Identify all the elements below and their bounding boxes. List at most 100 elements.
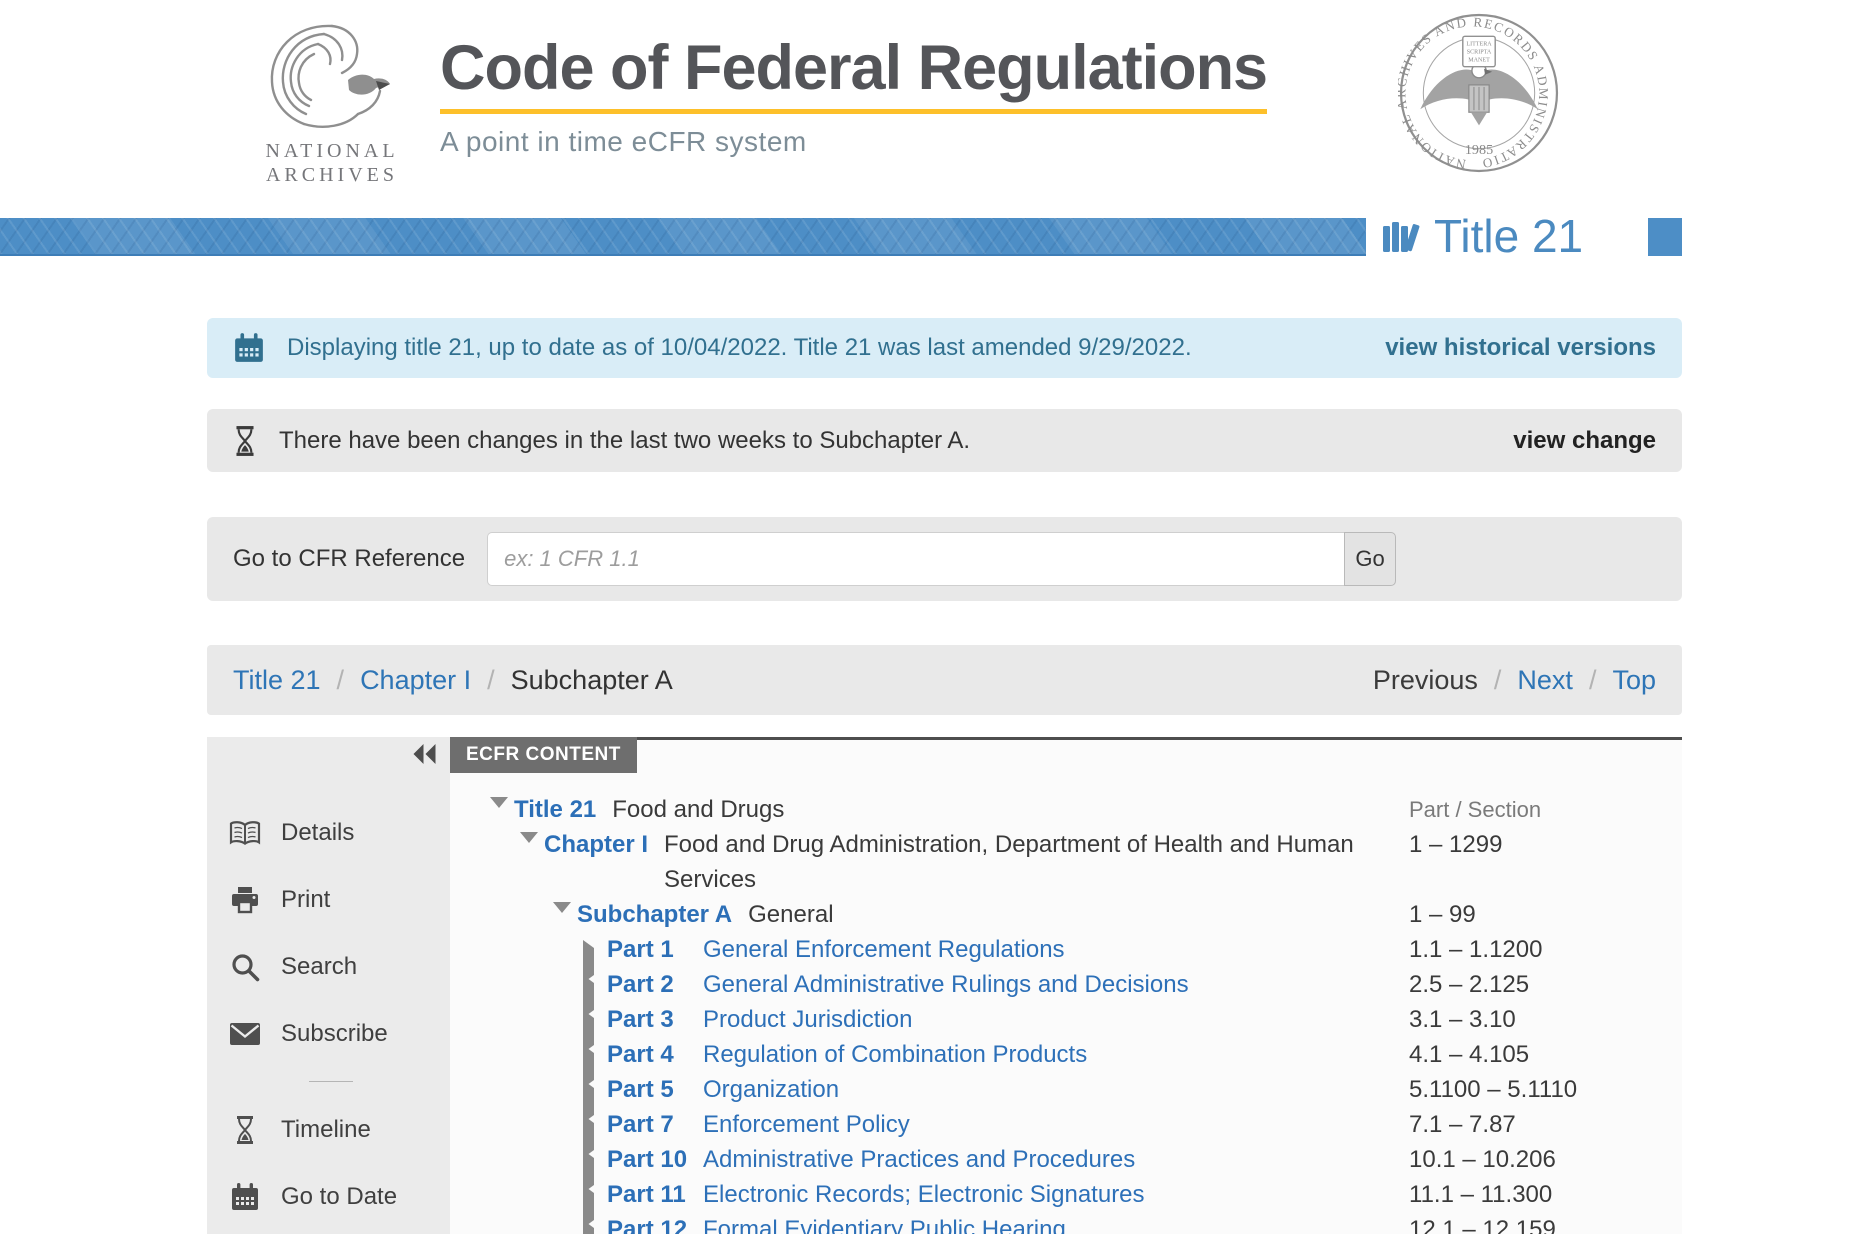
breadcrumb-item-title-21[interactable]: Title 21	[233, 665, 321, 696]
part-section-range: 1 – 99	[1409, 897, 1682, 932]
tree-node-title[interactable]: General Administrative Rulings and Decis…	[703, 967, 1189, 1002]
tree-node-title[interactable]: Enforcement Policy	[703, 1107, 910, 1142]
part-section-range: 7.1 – 7.87	[1409, 1107, 1682, 1142]
expand-arrow-icon[interactable]	[583, 1049, 599, 1084]
tree-node-title[interactable]: Administrative Practices and Procedures	[703, 1142, 1135, 1177]
table-row: Chapter IFood and Drug Administration, D…	[470, 827, 1682, 897]
collapse-arrow-icon[interactable]	[490, 804, 506, 839]
printer-icon	[229, 885, 261, 915]
ecfr-content-tab: ECFR CONTENT	[450, 737, 637, 773]
expand-arrow-icon[interactable]	[583, 979, 599, 1014]
tree-row-left: Chapter IFood and Drug Administration, D…	[470, 827, 1409, 897]
hourglass-icon	[229, 1115, 261, 1145]
tree-node-label[interactable]: Part 5	[607, 1072, 703, 1107]
ecfr-content-panel: ECFR CONTENT Title 21 Food and Drugs Part …	[450, 737, 1682, 1234]
breadcrumb-item-chapter-i[interactable]: Chapter I	[360, 665, 471, 696]
tree-node-title[interactable]: Product Jurisdiction	[703, 1002, 912, 1037]
tree-row-left: Part 5Organization	[470, 1072, 1409, 1107]
tree-node-title[interactable]: General Enforcement Regulations	[703, 932, 1065, 967]
page-nav-separator: /	[1494, 665, 1502, 696]
breadcrumb-bar: Title 21/Chapter I/Subchapter A Previous…	[207, 645, 1682, 715]
page-nav-top[interactable]: Top	[1612, 665, 1656, 696]
expand-arrow-icon[interactable]	[583, 1084, 599, 1119]
tree-node-label[interactable]: Part 1	[607, 932, 703, 967]
view-change-link[interactable]: view change	[1513, 427, 1656, 455]
sidebar-item-search[interactable]: Search	[207, 933, 450, 1000]
nara-eagle-icon	[252, 20, 412, 132]
sidebar-item-subscribe[interactable]: Subscribe	[207, 1000, 450, 1067]
breadcrumb: Title 21/Chapter I/Subchapter A	[233, 665, 673, 696]
date-notice-text: Displaying title 21, up to date as of 10…	[287, 334, 1192, 362]
go-button[interactable]: Go	[1344, 532, 1396, 586]
tools-sidebar: Details Print Search Subscribe Timeline Go to…	[207, 737, 450, 1234]
content-tree: Title 21Food and DrugsPart / SectionChap…	[450, 792, 1682, 1234]
sidebar-item-print[interactable]: Print	[207, 866, 450, 933]
tree-node-label[interactable]: Part 12	[607, 1212, 703, 1234]
date-notice: Displaying title 21, up to date as of 10…	[207, 318, 1682, 378]
banner-title-text: Title 21	[1434, 209, 1583, 263]
tree-node-label[interactable]: Title 21	[514, 792, 596, 827]
tree-node-label[interactable]: Part 10	[607, 1142, 703, 1177]
collapse-arrow-icon[interactable]	[553, 909, 569, 944]
calendar-icon	[233, 332, 265, 364]
site-title-block: Code of Federal Regulations A point in t…	[440, 34, 1267, 158]
table-row: Part 5Organization5.1100 – 5.1110	[470, 1072, 1682, 1107]
sidebar-item-details[interactable]: Details	[207, 799, 450, 866]
tree-node-label[interactable]: Part 3	[607, 1002, 703, 1037]
tree-node-label[interactable]: Part 2	[607, 967, 703, 1002]
collapse-sidebar-icon[interactable]	[412, 743, 438, 770]
changes-notice: There have been changes in the last two …	[207, 409, 1682, 472]
part-section-range: 10.1 – 10.206	[1409, 1142, 1682, 1177]
sidebar-item-timeline[interactable]: Timeline	[207, 1096, 450, 1163]
part-section-range: Part / Section	[1409, 792, 1682, 827]
banner-stripe	[0, 218, 1366, 256]
sidebar-item-label: Search	[281, 953, 357, 981]
part-section-range: 1.1 – 1.1200	[1409, 932, 1682, 967]
part-section-range: 5.1100 – 5.1110	[1409, 1072, 1682, 1107]
tree-row-left: Part 3Product Jurisdiction	[470, 1002, 1409, 1037]
expand-arrow-icon[interactable]	[583, 944, 599, 979]
tree-node-title[interactable]: Formal Evidentiary Public Hearing	[703, 1212, 1066, 1234]
logo-line-1: NATIONAL	[250, 139, 414, 163]
tree-row-left: Part 10Administrative Practices and Proc…	[470, 1142, 1409, 1177]
tree-row-left: Part 11Electronic Records; Electronic Si…	[470, 1177, 1409, 1212]
page-title: Code of Federal Regulations	[440, 34, 1267, 103]
sidebar-item-label: Subscribe	[281, 1020, 388, 1048]
sidebar-item-label: Details	[281, 819, 354, 847]
table-row: Part 12Formal Evidentiary Public Hearing…	[470, 1212, 1682, 1234]
expand-arrow-icon[interactable]	[583, 1014, 599, 1049]
view-historical-versions-link[interactable]: view historical versions	[1385, 334, 1656, 362]
breadcrumb-item-separator: /	[487, 665, 495, 696]
sidebar-item-go-to-date[interactable]: Go to Date	[207, 1163, 450, 1230]
tree-node-title[interactable]: Electronic Records; Electronic Signature…	[703, 1177, 1145, 1212]
sidebar-item-label: Timeline	[281, 1116, 371, 1144]
tree-node-title: Food and Drugs	[612, 792, 784, 827]
page-nav: Previous/Next/Top	[1373, 665, 1656, 696]
table-row: Part 7Enforcement Policy7.1 – 7.87	[470, 1107, 1682, 1142]
open-book-icon	[229, 819, 261, 847]
cfr-reference-input[interactable]	[487, 532, 1344, 586]
tree-row-left: Part 7Enforcement Policy	[470, 1107, 1409, 1142]
page-nav-separator: /	[1589, 665, 1597, 696]
tree-node-title[interactable]: Regulation of Combination Products	[703, 1037, 1087, 1072]
tree-node-label[interactable]: Part 11	[607, 1177, 703, 1212]
expand-arrow-icon[interactable]	[583, 1119, 599, 1154]
ecfr-page: NATIONAL ARCHIVES Code of Federal Regula…	[0, 0, 1864, 1234]
site-subtitle: A point in time eCFR system	[440, 126, 1267, 158]
tree-node-label[interactable]: Subchapter A	[577, 897, 732, 932]
tree-node-label[interactable]: Part 4	[607, 1037, 703, 1072]
expand-arrow-icon[interactable]	[583, 1189, 599, 1224]
expand-arrow-icon[interactable]	[583, 1224, 599, 1234]
national-archives-logo[interactable]: NATIONAL ARCHIVES	[250, 20, 414, 187]
search-icon	[229, 952, 261, 982]
tree-node-label[interactable]: Part 7	[607, 1107, 703, 1142]
part-section-range: 2.5 – 2.125	[1409, 967, 1682, 1002]
tree-node-label[interactable]: Chapter I	[544, 827, 648, 862]
tree-node-title[interactable]: Organization	[703, 1072, 839, 1107]
tree-row-left: Part 4Regulation of Combination Products	[470, 1037, 1409, 1072]
table-row: Part 4Regulation of Combination Products…	[470, 1037, 1682, 1072]
tree-row-left: Subchapter AGeneral	[470, 897, 1409, 932]
page-nav-next[interactable]: Next	[1517, 665, 1573, 696]
expand-arrow-icon[interactable]	[583, 1154, 599, 1189]
collapse-arrow-icon[interactable]	[520, 839, 536, 874]
